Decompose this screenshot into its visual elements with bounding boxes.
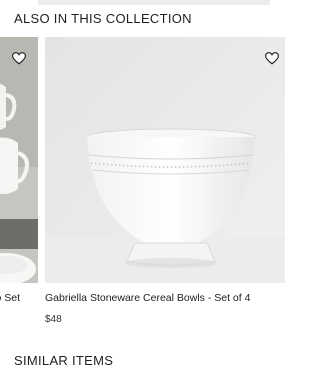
product-price: $48 [45,314,62,325]
section-title-similar: SIMILAR ITEMS [14,353,114,368]
heart-icon [265,51,279,64]
favorite-button[interactable] [264,50,280,66]
collection-carousel[interactable]: o Set [0,37,285,337]
previous-section-edge [38,0,270,5]
product-image[interactable] [45,37,285,283]
product-image[interactable] [0,37,38,283]
product-image-graphic [0,37,38,283]
favorite-button[interactable] [11,50,27,66]
section-title-collection: ALSO IN THIS COLLECTION [14,11,192,26]
product-name[interactable]: Gabriella Stoneware Cereal Bowls - Set o… [45,292,250,304]
product-image-graphic [45,37,285,283]
heart-icon [12,51,26,64]
product-name[interactable]: o Set [0,292,20,304]
product-page: ALSO IN THIS COLLECTION Set Gabriella St… [0,0,285,380]
